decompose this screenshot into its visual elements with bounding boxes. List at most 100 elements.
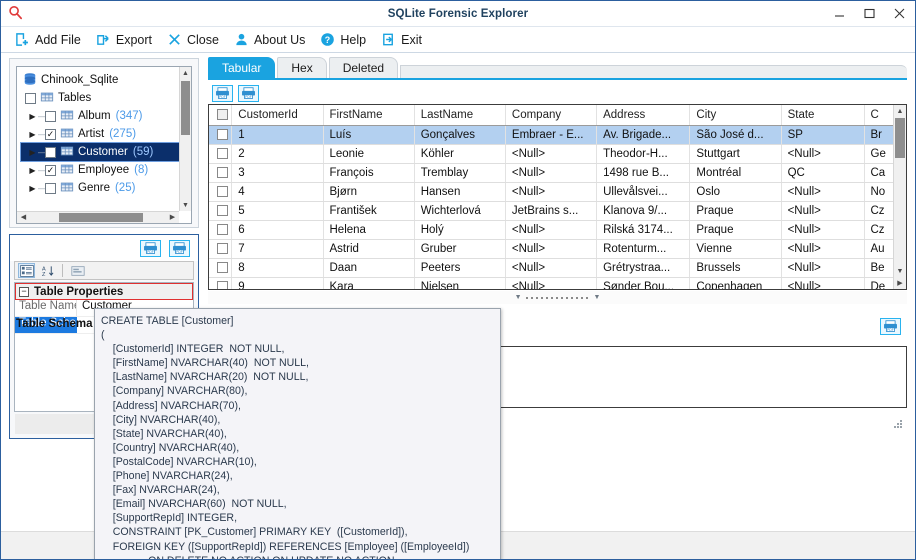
- album-checkbox[interactable]: [45, 110, 56, 122]
- tree-vertical-scrollbar[interactable]: ▲ ▼: [179, 67, 191, 211]
- row-checkbox-cell[interactable]: [209, 220, 233, 240]
- property-category-header[interactable]: − Table Properties: [15, 283, 193, 300]
- sql-schema-tooltip: CREATE TABLE [Customer] ( [CustomerId] I…: [94, 308, 501, 559]
- scroll-right-icon[interactable]: ▶: [167, 212, 178, 223]
- row-checkbox[interactable]: [216, 262, 228, 274]
- scroll-left-icon[interactable]: ◀: [18, 212, 29, 223]
- export-pdf-button[interactable]: PDF: [140, 239, 161, 257]
- scroll-up-icon[interactable]: ▲: [180, 68, 191, 79]
- tree-item-employee[interactable]: ▶ — ✓ Employee (8): [21, 161, 179, 179]
- about-us-button[interactable]: About Us: [230, 30, 316, 49]
- row-checkbox[interactable]: [216, 148, 228, 160]
- table-row[interactable]: 2 Leonie Köhler <Null> Theodor-H... Stut…: [209, 144, 906, 164]
- row-checkbox-cell[interactable]: [209, 144, 233, 164]
- scroll-right-icon[interactable]: ▶: [894, 278, 906, 289]
- row-checkbox[interactable]: [216, 167, 228, 179]
- table-row[interactable]: 6 Helena Holý <Null> Rilská 3174... Praq…: [209, 220, 906, 240]
- scrollbar-thumb[interactable]: [59, 213, 143, 222]
- blob-export-pdf-button[interactable]: PDF: [880, 317, 901, 335]
- expand-arrow-icon[interactable]: ▶: [27, 148, 38, 157]
- expand-arrow-icon[interactable]: ▶: [27, 184, 38, 193]
- tree-item-customer[interactable]: ▶ — Customer (59): [20, 142, 180, 162]
- scrollbar-thumb[interactable]: [181, 81, 190, 135]
- tree-item-artist[interactable]: ▶ — ✓ Artist (275): [21, 125, 179, 143]
- genre-checkbox[interactable]: [45, 182, 56, 194]
- select-all-header[interactable]: [209, 105, 233, 126]
- nav-next-icon[interactable]: ▼: [594, 294, 601, 301]
- table-row[interactable]: 8 Daan Peeters <Null> Grétrystraa... Bru…: [209, 258, 906, 278]
- export-pdf-button-2[interactable]: PDF: [169, 239, 190, 257]
- grid-export-pdf-button-1[interactable]: PDF: [212, 84, 233, 102]
- property-pages-icon[interactable]: [69, 263, 86, 278]
- column-header-address[interactable]: Address: [596, 105, 691, 126]
- export-button[interactable]: Export: [92, 30, 163, 49]
- tree-horizontal-scrollbar[interactable]: ◀ ▶: [17, 211, 179, 223]
- resize-grip-icon[interactable]: [894, 420, 903, 429]
- data-grid[interactable]: CustomerId FirstName LastName Company Ad…: [208, 104, 907, 290]
- column-header-city[interactable]: City: [689, 105, 782, 126]
- exit-button[interactable]: Exit: [377, 30, 433, 49]
- help-button[interactable]: ? Help: [316, 30, 377, 49]
- row-checkbox-cell[interactable]: [209, 182, 233, 202]
- tables-checkbox[interactable]: [25, 92, 36, 104]
- scroll-up-icon[interactable]: ▲: [894, 106, 906, 117]
- grid-vertical-scrollbar[interactable]: ▲ ▼ ▶: [893, 105, 906, 289]
- tab-hex[interactable]: Hex: [277, 57, 327, 78]
- scroll-down-icon[interactable]: ▼: [180, 200, 191, 211]
- row-checkbox-cell[interactable]: [209, 201, 233, 221]
- table-row[interactable]: 9 Kara Nielsen <Null> Sønder Bou... Cope…: [209, 277, 906, 289]
- expand-arrow-icon[interactable]: ▶: [27, 112, 38, 121]
- table-row[interactable]: 5 František Wichterlová JetBrains s... K…: [209, 201, 906, 221]
- row-checkbox[interactable]: [216, 205, 228, 217]
- add-file-button[interactable]: Add File: [11, 30, 92, 49]
- row-checkbox-cell[interactable]: [209, 277, 233, 289]
- tree-item-album[interactable]: ▶ — Album (347): [21, 107, 179, 125]
- row-checkbox[interactable]: [216, 186, 228, 198]
- employee-checkbox[interactable]: ✓: [45, 164, 56, 176]
- column-header-customerid[interactable]: CustomerId: [231, 105, 324, 126]
- select-all-checkbox[interactable]: [216, 109, 228, 121]
- expand-arrow-icon[interactable]: ▶: [27, 166, 38, 175]
- row-checkbox-cell[interactable]: [209, 163, 233, 183]
- maximize-button[interactable]: [861, 6, 877, 22]
- tab-deleted[interactable]: Deleted: [328, 57, 399, 78]
- row-checkbox-cell[interactable]: [209, 239, 233, 259]
- svg-text:PDF: PDF: [176, 250, 183, 254]
- cell-address: Rilská 3174...: [596, 220, 691, 240]
- close-window-button[interactable]: [891, 6, 907, 22]
- grid-export-pdf-button-2[interactable]: PDF: [238, 84, 259, 102]
- tree-item-genre[interactable]: ▶ — Genre (25): [21, 179, 179, 197]
- categorized-view-icon[interactable]: [18, 263, 35, 278]
- column-header-company[interactable]: Company: [505, 105, 598, 126]
- row-checkbox[interactable]: [216, 281, 228, 289]
- minimize-button[interactable]: [831, 6, 847, 22]
- row-checkbox[interactable]: [216, 129, 228, 141]
- database-tree[interactable]: Chinook_Sqlite Tables ▶ — Album (347) ▶ …: [16, 66, 192, 224]
- expand-arrow-icon[interactable]: ▶: [27, 130, 38, 139]
- row-checkbox[interactable]: [216, 243, 228, 255]
- column-header-state[interactable]: State: [781, 105, 865, 126]
- table-row[interactable]: 1 Luís Gonçalves Embraer - E... Av. Brig…: [209, 125, 906, 145]
- collapse-icon[interactable]: −: [19, 286, 29, 297]
- table-row[interactable]: 7 Astrid Gruber <Null> Rotenturm... Vien…: [209, 239, 906, 259]
- artist-checkbox[interactable]: ✓: [45, 128, 56, 140]
- row-checkbox-cell[interactable]: [209, 125, 233, 145]
- tab-tabular[interactable]: Tabular: [208, 57, 276, 78]
- row-checkbox[interactable]: [216, 224, 228, 236]
- grid-navigator[interactable]: ▼ ▼: [208, 291, 907, 304]
- row-checkbox-cell[interactable]: [209, 258, 233, 278]
- column-header-firstname[interactable]: FirstName: [323, 105, 415, 126]
- alphabetical-sort-icon[interactable]: A Z: [39, 263, 56, 278]
- cell-lastname: Gonçalves: [414, 125, 506, 145]
- close-button[interactable]: Close: [163, 30, 230, 49]
- tree-node-root[interactable]: Chinook_Sqlite: [21, 71, 179, 89]
- customer-checkbox[interactable]: [45, 146, 56, 158]
- scroll-down-icon[interactable]: ▼: [894, 266, 906, 277]
- table-row[interactable]: 4 Bjørn Hansen <Null> Ullevålsvei... Osl…: [209, 182, 906, 202]
- scrollbar-thumb[interactable]: [895, 118, 905, 158]
- column-header-lastname[interactable]: LastName: [414, 105, 506, 126]
- cell-city: São José d...: [689, 125, 782, 145]
- nav-prev-icon[interactable]: ▼: [515, 294, 522, 301]
- table-row[interactable]: 3 François Tremblay <Null> 1498 rue B...…: [209, 163, 906, 183]
- tree-node-tables[interactable]: Tables: [21, 89, 179, 107]
